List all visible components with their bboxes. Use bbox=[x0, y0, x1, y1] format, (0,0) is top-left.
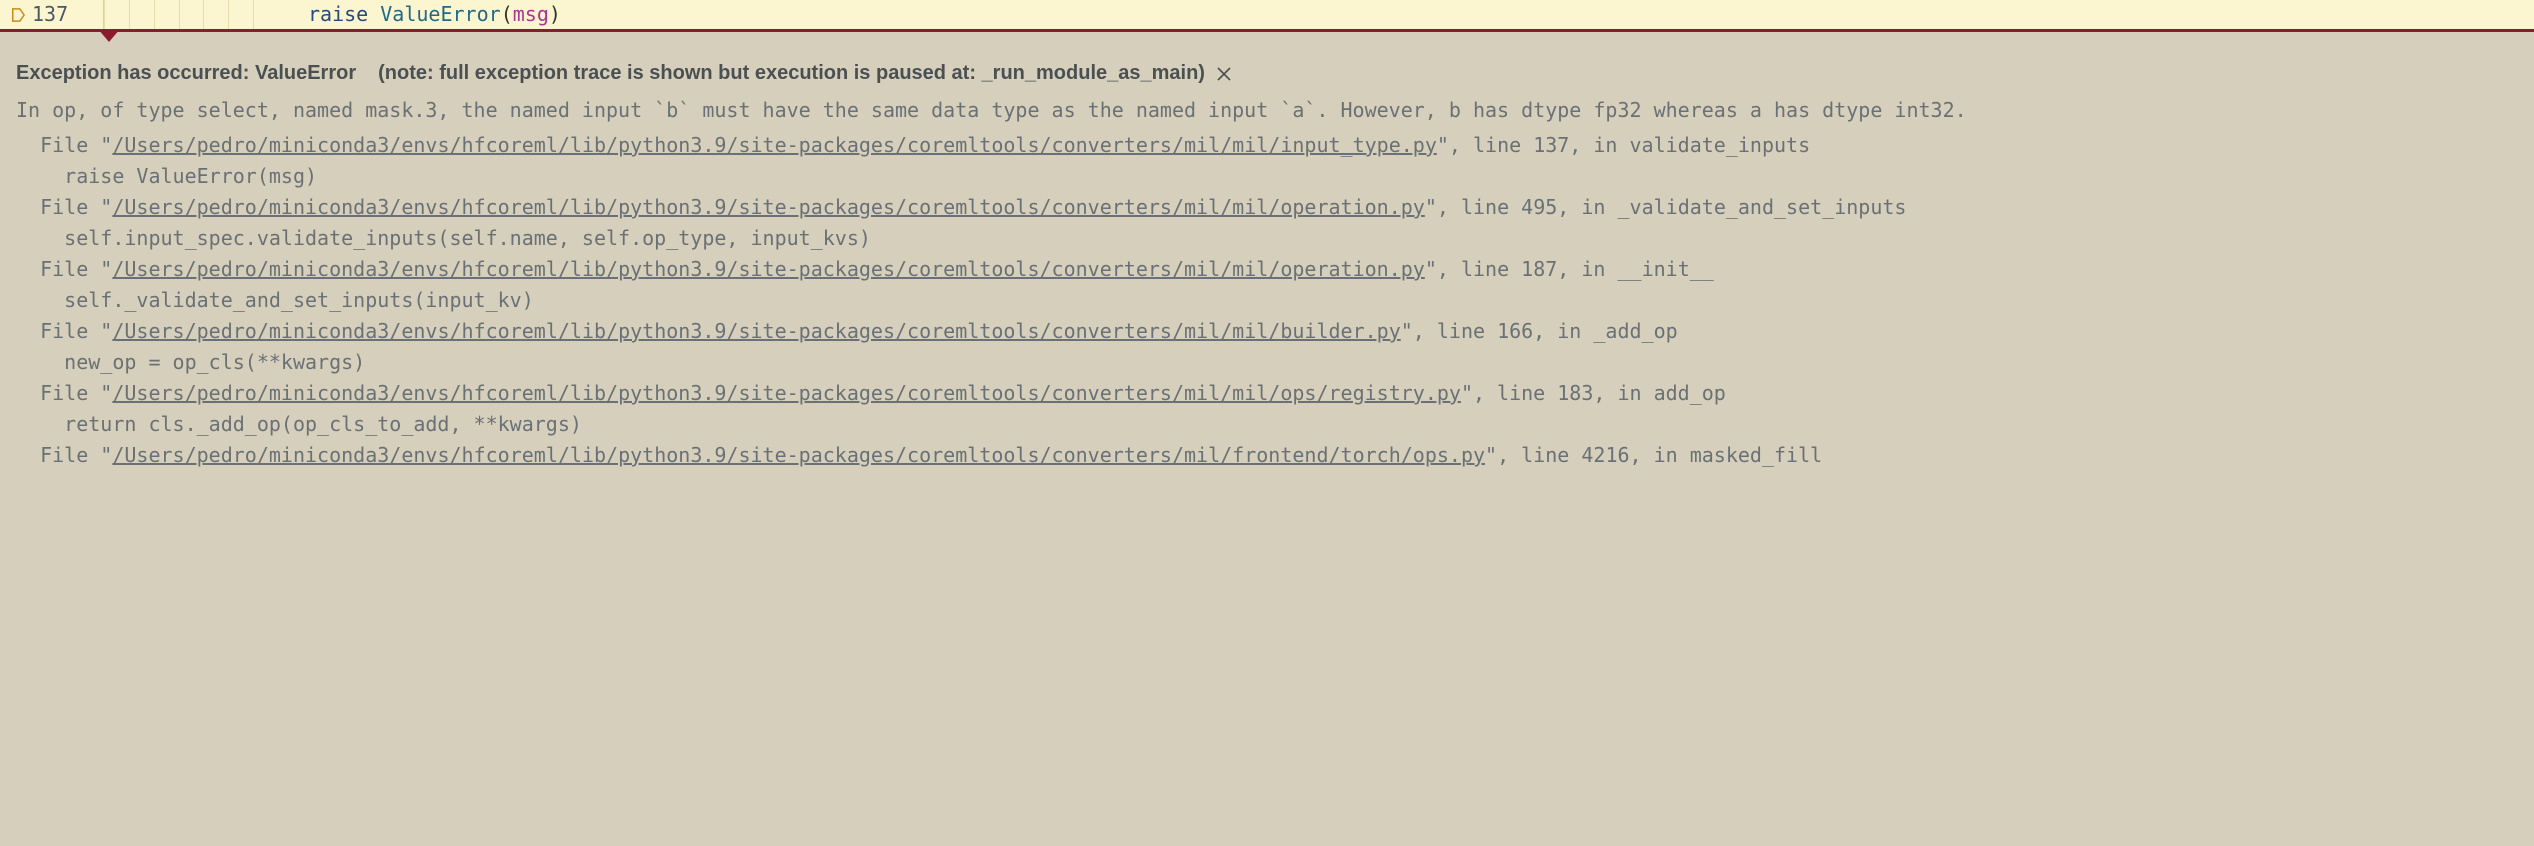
traceback-frame-file: File "/Users/pedro/miniconda3/envs/hfcor… bbox=[16, 130, 2518, 161]
traceback-frame-file: File "/Users/pedro/miniconda3/envs/hfcor… bbox=[16, 440, 2518, 471]
traceback-file-link[interactable]: /Users/pedro/miniconda3/envs/hfcoreml/li… bbox=[112, 381, 1461, 405]
exception-message: In op, of type select, named mask.3, the… bbox=[16, 95, 2518, 126]
traceback-file-link[interactable]: /Users/pedro/miniconda3/envs/hfcoreml/li… bbox=[112, 195, 1424, 219]
exception-note: (note: full exception trace is shown but… bbox=[378, 58, 1205, 89]
code-close-paren: ) bbox=[549, 0, 561, 30]
close-icon[interactable] bbox=[1213, 63, 1235, 85]
current-line-pointer-icon bbox=[98, 29, 120, 42]
breakpoint-current-icon[interactable] bbox=[10, 7, 26, 23]
exception-panel: Exception has occurred: ValueError (note… bbox=[0, 32, 2534, 479]
traceback-file-link[interactable]: /Users/pedro/miniconda3/envs/hfcoreml/li… bbox=[112, 257, 1424, 281]
editor-gutter: 137 bbox=[0, 0, 104, 29]
traceback-frame-code: raise ValueError(msg) bbox=[16, 161, 2518, 192]
code-keyword: raise bbox=[308, 0, 368, 30]
code-variable: msg bbox=[513, 0, 549, 30]
traceback-frame-file: File "/Users/pedro/miniconda3/envs/hfcor… bbox=[16, 192, 2518, 223]
editor-ruler bbox=[104, 0, 278, 29]
editor-current-line: 137 raise ValueError ( msg ) bbox=[0, 0, 2534, 32]
traceback-frame-file: File "/Users/pedro/miniconda3/envs/hfcor… bbox=[16, 378, 2518, 409]
exception-title: Exception has occurred: ValueError bbox=[16, 58, 356, 89]
code-open-paren: ( bbox=[501, 0, 513, 30]
traceback-file-link[interactable]: /Users/pedro/miniconda3/envs/hfcoreml/li… bbox=[112, 443, 1485, 467]
traceback: File "/Users/pedro/miniconda3/envs/hfcor… bbox=[16, 130, 2518, 471]
traceback-frame-code: return cls._add_op(op_cls_to_add, **kwar… bbox=[16, 409, 2518, 440]
traceback-frame-code: self.input_spec.validate_inputs(self.nam… bbox=[16, 223, 2518, 254]
line-number: 137 bbox=[32, 0, 68, 30]
exception-header: Exception has occurred: ValueError (note… bbox=[16, 58, 2518, 89]
code-classname: ValueError bbox=[380, 0, 500, 30]
traceback-frame-code: self._validate_and_set_inputs(input_kv) bbox=[16, 285, 2518, 316]
traceback-frame-code: new_op = op_cls(**kwargs) bbox=[16, 347, 2518, 378]
traceback-file-link[interactable]: /Users/pedro/miniconda3/envs/hfcoreml/li… bbox=[112, 319, 1400, 343]
code-content[interactable]: raise ValueError ( msg ) bbox=[278, 0, 2534, 29]
traceback-frame-file: File "/Users/pedro/miniconda3/envs/hfcor… bbox=[16, 316, 2518, 347]
traceback-frame-file: File "/Users/pedro/miniconda3/envs/hfcor… bbox=[16, 254, 2518, 285]
traceback-file-link[interactable]: /Users/pedro/miniconda3/envs/hfcoreml/li… bbox=[112, 133, 1437, 157]
